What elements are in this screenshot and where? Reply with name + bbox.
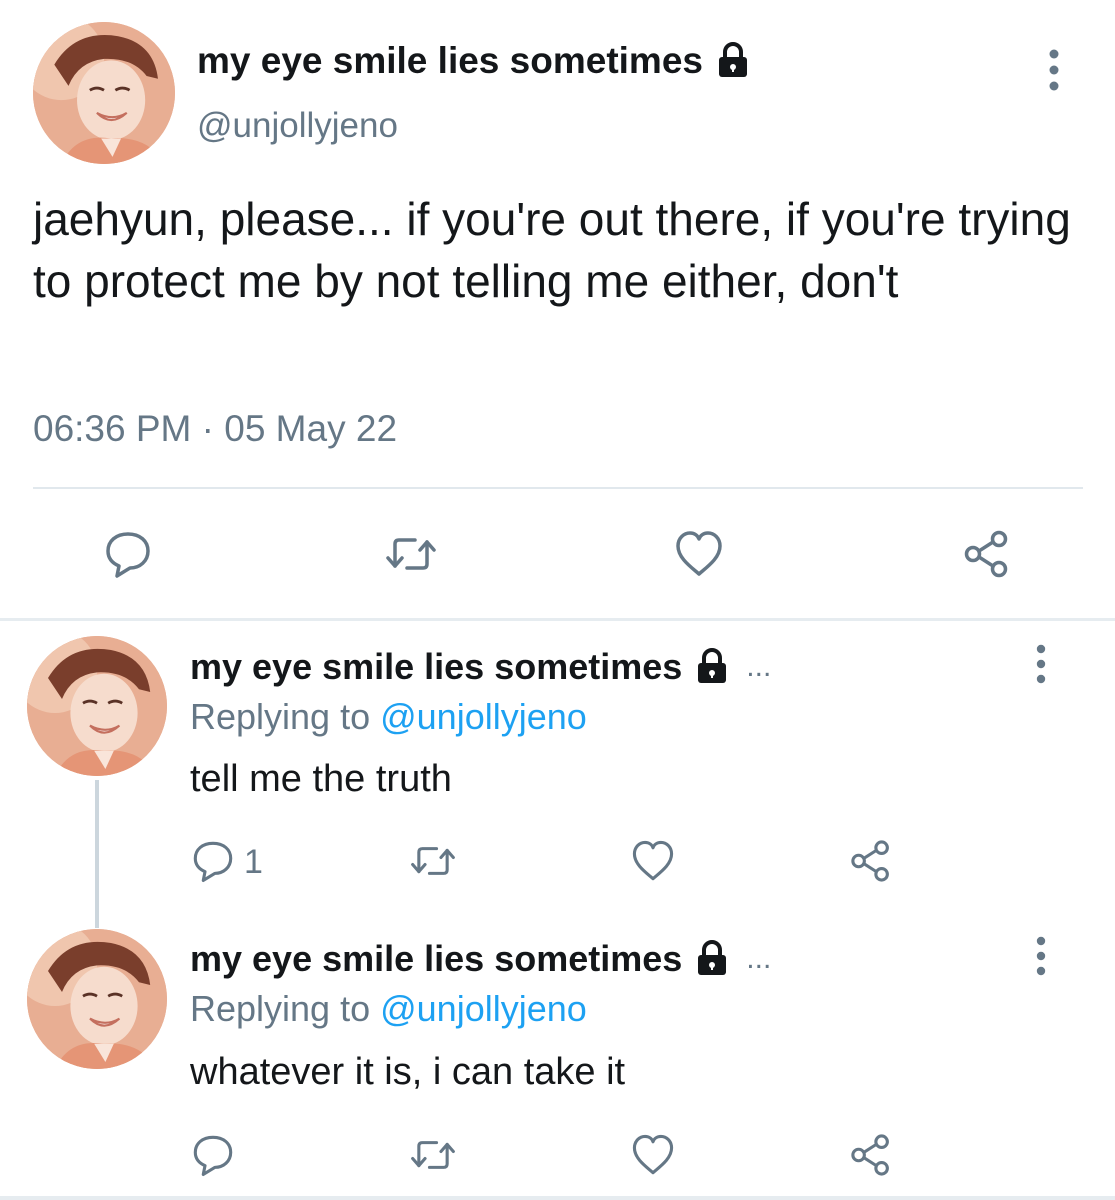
like-icon[interactable] (673, 528, 725, 580)
replying-to-handle[interactable]: @unjollyjeno (380, 696, 587, 737)
reply-count: 1 (244, 843, 263, 881)
retweet-icon[interactable] (410, 1132, 456, 1178)
thread-connector-line (95, 780, 99, 928)
more-vertical-icon[interactable] (1040, 46, 1068, 94)
replying-to-label: Replying to (190, 988, 381, 1029)
share-icon[interactable] (961, 528, 1013, 580)
replying-to: Replying to @unjollyjeno (190, 696, 587, 738)
display-name-text: my eye smile lies sometimes (197, 40, 703, 81)
display-name-text: my eye smile lies sometimes (190, 938, 683, 979)
display-name[interactable]: my eye smile lies sometimes (197, 40, 753, 82)
truncation-ellipsis: ... (746, 650, 772, 683)
display-name[interactable]: my eye smile lies sometimes ... (190, 938, 771, 980)
handle[interactable]: @unjollyjeno (197, 106, 398, 146)
timestamp[interactable]: 06:36 PM · 05 May 22 (33, 408, 397, 450)
main-tweet: my eye smile lies sometimes @unjollyjeno… (0, 0, 1115, 620)
bottom-border (0, 1196, 1115, 1200)
share-icon[interactable] (848, 1132, 894, 1178)
display-name-text: my eye smile lies sometimes (190, 646, 683, 687)
replying-to-handle[interactable]: @unjollyjeno (380, 988, 587, 1029)
reply-icon[interactable] (102, 528, 154, 580)
like-icon[interactable] (630, 838, 676, 884)
tweet-text: tell me the truth (190, 758, 452, 800)
avatar[interactable] (27, 929, 167, 1069)
lock-icon (692, 939, 732, 979)
share-icon[interactable] (848, 838, 894, 884)
retweet-icon[interactable] (410, 838, 456, 884)
section-separator (0, 618, 1115, 621)
more-vertical-icon[interactable] (1028, 642, 1054, 686)
divider (33, 487, 1083, 489)
like-icon[interactable] (630, 1132, 676, 1178)
truncation-ellipsis: ... (746, 942, 772, 975)
more-vertical-icon[interactable] (1028, 934, 1054, 978)
tweet-text: whatever it is, i can take it (190, 1051, 626, 1093)
avatar[interactable] (27, 636, 167, 776)
replying-to: Replying to @unjollyjeno (190, 988, 587, 1030)
lock-icon (713, 41, 753, 81)
tweet-text: jaehyun, please... if you're out there, … (33, 193, 1071, 307)
reply-icon[interactable] (190, 838, 236, 884)
avatar[interactable] (33, 22, 175, 164)
display-name[interactable]: my eye smile lies sometimes ... (190, 646, 771, 688)
retweet-icon[interactable] (385, 528, 437, 580)
lock-icon (692, 647, 732, 687)
reply-icon[interactable] (190, 1132, 236, 1178)
replying-to-label: Replying to (190, 696, 381, 737)
